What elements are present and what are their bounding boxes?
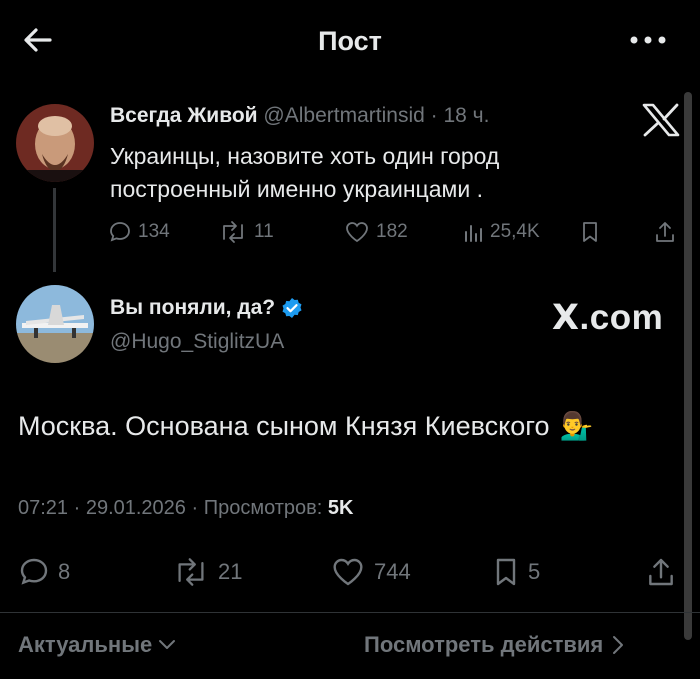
retweet-button[interactable]: 11 xyxy=(218,218,274,246)
bookmark-button[interactable] xyxy=(580,218,600,246)
chevron-right-icon xyxy=(613,636,624,654)
verified-badge-icon xyxy=(281,297,303,319)
author-handle[interactable]: @Albertmartinsid xyxy=(263,104,424,127)
bookmark-icon xyxy=(496,558,516,586)
bookmark-icon xyxy=(583,222,597,242)
chevron-down-icon xyxy=(159,640,176,649)
tweet-meta: 07:21 · 29.01.2026 · Просмотров: 5K xyxy=(18,497,353,520)
avatar[interactable] xyxy=(16,104,94,182)
reply-button[interactable]: 8 xyxy=(18,555,70,589)
tweet-text: Москва. Основана сыном Князя Киевского 💁… xyxy=(18,410,594,442)
retweet-button[interactable]: 21 xyxy=(172,555,242,589)
watermark-x: X xyxy=(552,298,580,338)
thread-connector xyxy=(53,188,56,272)
retweet-icon xyxy=(178,558,204,586)
post-time: · 18 ч. xyxy=(430,104,490,127)
sort-dropdown[interactable]: Актуальные xyxy=(18,632,178,658)
person-tipping-hand-emoji: 💁‍♂️ xyxy=(559,411,594,441)
x-logo-icon xyxy=(640,103,682,137)
retweet-icon xyxy=(223,221,243,243)
bookmark-button[interactable]: 5 xyxy=(492,555,540,589)
reply-icon xyxy=(20,558,48,585)
share-icon xyxy=(649,558,673,586)
like-button[interactable]: 744 xyxy=(330,555,411,589)
watermark: X .com xyxy=(552,298,663,338)
page-title: Пост xyxy=(318,26,382,56)
like-button[interactable]: 182 xyxy=(344,218,408,246)
more-options-icon[interactable] xyxy=(628,30,668,50)
analytics-icon xyxy=(465,225,482,242)
reply-button[interactable]: 134 xyxy=(108,218,170,246)
heart-icon xyxy=(346,222,368,243)
tweet-text: Украинцы, назовите хоть один город постр… xyxy=(110,143,500,202)
watermark-domain: .com xyxy=(579,298,664,337)
scrollbar[interactable] xyxy=(684,92,692,640)
view-activity-link[interactable]: Посмотреть действия xyxy=(364,632,625,658)
timestamp: 07:21 · 29.01.2026 · Просмотров: xyxy=(18,497,323,519)
avatar[interactable] xyxy=(16,285,94,363)
author-handle[interactable]: @Hugo_StiglitzUA xyxy=(110,330,284,354)
reply-icon xyxy=(110,222,130,242)
divider xyxy=(0,612,700,613)
share-button[interactable] xyxy=(654,218,676,246)
author-name[interactable]: Всегда Живой xyxy=(110,104,258,127)
share-button[interactable] xyxy=(646,555,676,589)
author-name[interactable]: Вы поняли, да? xyxy=(110,296,275,320)
views-button[interactable]: 25,4K xyxy=(462,218,540,246)
share-icon xyxy=(656,222,674,242)
view-count: 5K xyxy=(327,497,354,519)
heart-icon xyxy=(333,558,363,586)
